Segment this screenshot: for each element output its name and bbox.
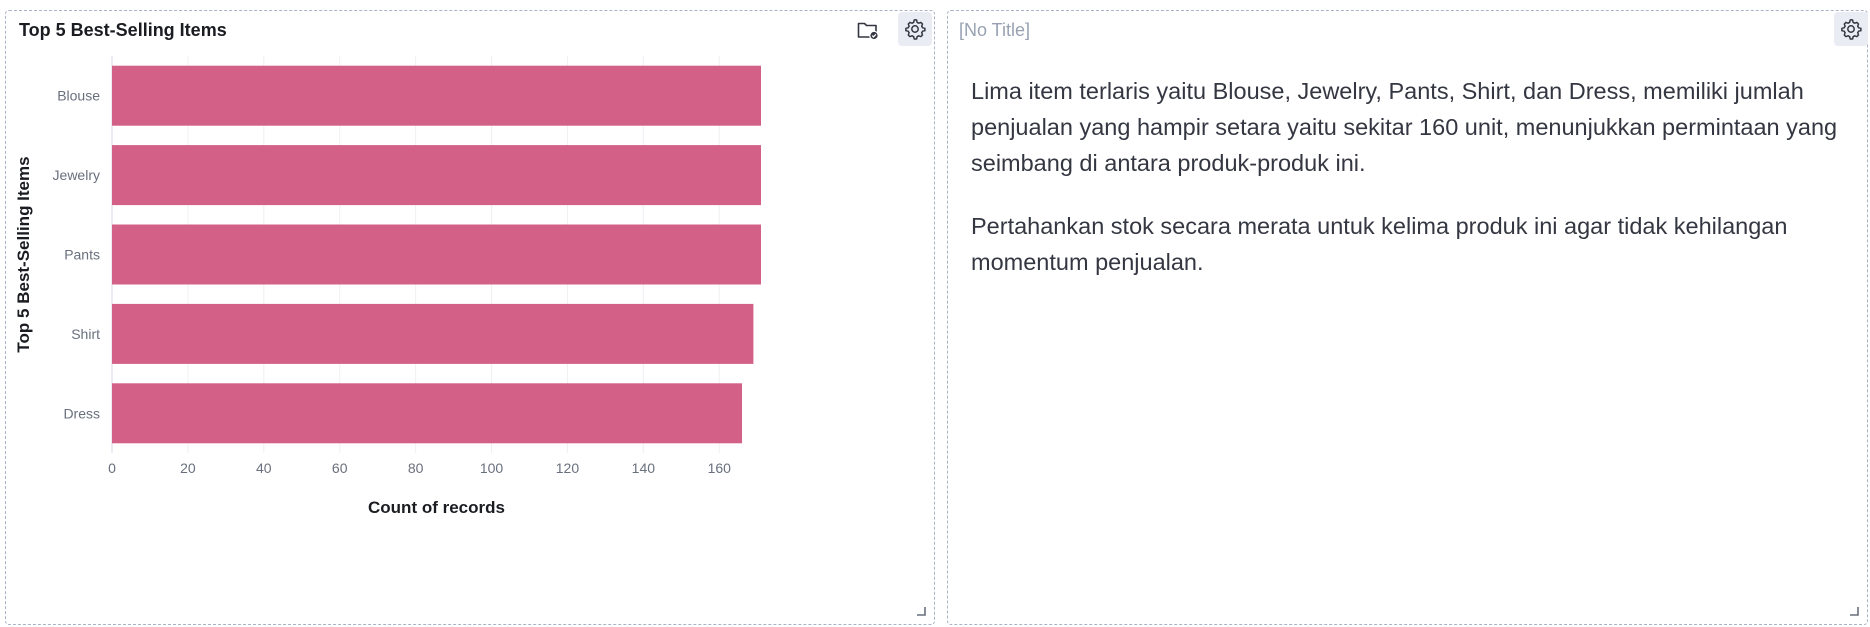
bar xyxy=(112,303,754,364)
x-tick-label: 160 xyxy=(708,460,732,476)
insight-paragraph: Lima item terlaris yaitu Blouse, Jewelry… xyxy=(971,78,1838,176)
x-tick-label: 60 xyxy=(332,460,348,476)
insight-text: Lima item terlaris yaitu Blouse, Jewelry… xyxy=(971,73,1856,307)
x-tick-label: 120 xyxy=(556,460,580,476)
text-panel: [No Title] Lima item terlaris yaitu Blou… xyxy=(947,10,1868,625)
y-axis-title: Top 5 Best-Selling Items xyxy=(14,156,33,352)
resize-handle-icon[interactable] xyxy=(916,606,926,616)
y-tick-label: Shirt xyxy=(71,326,100,342)
x-tick-label: 100 xyxy=(480,460,504,476)
bar xyxy=(112,145,761,206)
text-panel-title: [No Title] xyxy=(959,20,1031,40)
x-tick-label: 20 xyxy=(180,460,196,476)
x-axis-title: Count of records xyxy=(368,498,505,517)
gear-icon[interactable] xyxy=(1834,12,1868,46)
bar-chart: Blouse Jewelry Pants Shirt Dress 0 20 40 60 80 100… xyxy=(14,56,761,517)
bar xyxy=(112,224,761,285)
x-tick-label: 140 xyxy=(632,460,656,476)
insight-paragraph: Pertahankan stok secara merata untuk kel… xyxy=(971,213,1788,275)
x-tick-label: 40 xyxy=(256,460,272,476)
y-tick-label: Dress xyxy=(63,405,100,421)
bar xyxy=(112,383,743,444)
y-tick-label: Pants xyxy=(64,247,100,263)
y-tick-label: Blouse xyxy=(57,88,100,104)
resize-handle-icon[interactable] xyxy=(1849,606,1859,616)
bar xyxy=(112,65,761,126)
y-tick-label: Jewelry xyxy=(53,167,100,183)
chart-panel: Top 5 Best-Selling Items Blouse Jewelry Pa… xyxy=(5,10,935,625)
x-tick-label: 80 xyxy=(408,460,424,476)
x-tick-label: 0 xyxy=(108,460,116,476)
